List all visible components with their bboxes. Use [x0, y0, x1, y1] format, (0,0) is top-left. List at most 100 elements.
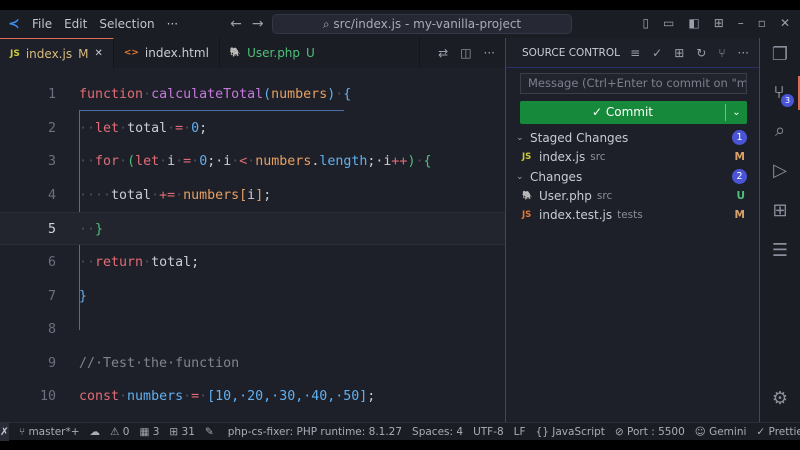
chevron-down-icon[interactable]: ⌄	[516, 133, 530, 143]
remote-indicator[interactable]: ✗	[0, 422, 9, 441]
split-editor-icon[interactable]: ◫	[460, 46, 471, 60]
code-token: ·	[199, 389, 208, 405]
code-token: numbers	[127, 389, 184, 405]
status-indentation[interactable]: Spaces: 4	[412, 426, 463, 438]
status-prettier[interactable]: ✓ Prettier	[756, 426, 800, 438]
code-token: ····	[79, 187, 112, 203]
command-center-search[interactable]: ⌕ src/index.js - my-vanilla-project	[272, 14, 572, 34]
commit-check-icon[interactable]: ✓	[652, 46, 662, 60]
tab-User-php[interactable]: 🐘 User.php U	[220, 38, 420, 68]
open-changes-icon[interactable]: ⇄	[438, 46, 448, 60]
menu-selection[interactable]: Selection	[99, 17, 154, 31]
source-control-icon[interactable]: ⑂ 3	[760, 76, 800, 110]
status-encoding[interactable]: UTF-8	[473, 426, 504, 438]
code-token: ;	[367, 389, 376, 405]
changed-file[interactable]: JS index.test.js tests M	[506, 205, 759, 224]
commit-amend-icon[interactable]: ⊞	[674, 46, 684, 60]
menu-file[interactable]: File	[32, 17, 52, 31]
code-token: ]	[255, 187, 264, 203]
more-icon[interactable]: ···	[484, 46, 495, 60]
group-changes[interactable]: ⌄ Changes 2	[506, 167, 759, 186]
menu-edit[interactable]: Edit	[64, 17, 87, 31]
toggle-secondary-sidebar-icon[interactable]: ◧	[688, 16, 699, 30]
commit-message-input[interactable]: Message (Ctrl+Enter to commit on "mast…	[520, 73, 747, 94]
code-text: ··let·total·=·0;	[79, 112, 207, 145]
chevron-down-icon[interactable]: ⌄	[516, 172, 530, 182]
count-badge: 2	[732, 169, 747, 184]
status-ports-count[interactable]: ▦ 3	[139, 426, 159, 438]
code-text: ··return·total;	[79, 246, 199, 279]
code-token: ··	[79, 154, 96, 170]
refresh-icon[interactable]: ↻	[696, 46, 706, 60]
view-as-tree-icon[interactable]: ≡	[630, 46, 640, 60]
code-token: ··	[79, 255, 96, 270]
customize-layout-icon[interactable]: ⊞	[714, 16, 724, 30]
code-token: =	[183, 154, 192, 170]
code-line: 10 const·numbers·=·[10,·20,·30,·40,·50];	[0, 380, 505, 413]
group-label: Staged Changes	[530, 130, 629, 145]
more-actions-icon[interactable]: ···	[738, 46, 749, 60]
vscode-window: ≺ File Edit Selection ··· ←→ ⌕ src/index…	[0, 10, 800, 441]
status-sync-icon[interactable]: ☁	[90, 426, 101, 438]
code-token: (	[263, 87, 272, 102]
status-php-cs-fixer[interactable]: php-cs-fixer: PHP runtime: 8.1.27	[228, 426, 402, 438]
commit-button[interactable]: ✓ Commit ⌄	[520, 101, 747, 124]
code-token: ·	[167, 120, 176, 136]
tab-index-js[interactable]: JS index.js M ✕	[0, 38, 114, 68]
status-language-mode[interactable]: {} JavaScript	[536, 426, 605, 438]
changed-file[interactable]: 🐘 User.php src U	[506, 186, 759, 205]
branch-graph-icon[interactable]: ⑂	[718, 46, 725, 60]
code-text: function·calculateTotal(numbers)·{	[79, 78, 351, 111]
code-text: ··}	[79, 213, 103, 246]
chat-icon[interactable]: ☰	[760, 234, 800, 268]
line-number: 11	[30, 414, 56, 422]
code-token: total	[111, 187, 152, 203]
panel-title: SOURCE CONTROL	[522, 46, 620, 59]
file-name: index.js	[539, 149, 586, 164]
code-token: length	[319, 154, 368, 170]
toggle-sidebar-icon[interactable]: ▯	[642, 16, 649, 30]
commit-label[interactable]: ✓ Commit	[520, 101, 725, 124]
code-token: ·	[183, 120, 192, 136]
code-token: ·	[143, 255, 152, 270]
editor-tabs: JS index.js M ✕ <> index.html 🐘 User.php U ⇄ ◫ ···	[0, 38, 505, 68]
line-number: 1	[47, 87, 56, 102]
toggle-panel-icon[interactable]: ▭	[663, 16, 674, 30]
code-token: ;	[263, 187, 272, 203]
restore-button[interactable]: ▫	[758, 16, 766, 30]
menu-more[interactable]: ···	[167, 17, 178, 31]
settings-gear-icon[interactable]: ⚙	[760, 382, 800, 416]
commit-dropdown-icon[interactable]: ⌄	[725, 104, 747, 121]
status-gemini[interactable]: ☺ Gemini	[695, 426, 747, 438]
status-branch[interactable]: ⑂ master*+	[19, 426, 80, 438]
group-staged[interactable]: ⌄ Staged Changes 1	[506, 128, 759, 147]
status-edit-icon[interactable]: ✎	[205, 426, 214, 438]
extensions-icon[interactable]: ⊞	[760, 194, 800, 228]
code-token: ·	[119, 154, 128, 170]
tab-index-html[interactable]: <> index.html	[114, 38, 220, 68]
search-icon[interactable]: ⌕	[760, 114, 800, 148]
status-changes-count[interactable]: ⊞ 31	[169, 426, 195, 438]
code-text: //·Test·the·function	[79, 347, 239, 380]
code-token: calculateTotal	[151, 87, 264, 102]
changed-file[interactable]: JS index.js src M	[506, 147, 759, 166]
code-token: ··	[79, 120, 96, 136]
run-debug-icon[interactable]: ▷	[760, 154, 800, 188]
code-token: 0	[191, 120, 200, 136]
code-line: 6 ··return·total;	[0, 246, 505, 279]
close-tab-icon[interactable]: ✕	[94, 48, 102, 59]
code-line: 2 ··let·total·=·0;	[0, 112, 505, 145]
status-problems[interactable]: ⚠ 0	[110, 426, 129, 438]
code-text: ····total·+=·numbers[i];	[79, 179, 271, 212]
nav-back-forward-icon[interactable]: ←→	[230, 16, 273, 32]
status-line-ending[interactable]: LF	[514, 426, 526, 438]
count-badge: 1	[732, 130, 747, 145]
scm-badge: 3	[781, 94, 794, 107]
close-window-button[interactable]: ✕	[780, 16, 790, 30]
code-editor[interactable]: 1 function·calculateTotal(numbers)·{2 ··le…	[0, 68, 505, 422]
explorer-icon[interactable]: ❐	[760, 38, 800, 72]
file-status: M	[734, 208, 745, 221]
minimize-button[interactable]: –	[738, 16, 744, 30]
code-token: ;·	[207, 154, 224, 170]
status-live-server-port[interactable]: ⊘ Port : 5500	[615, 426, 685, 438]
